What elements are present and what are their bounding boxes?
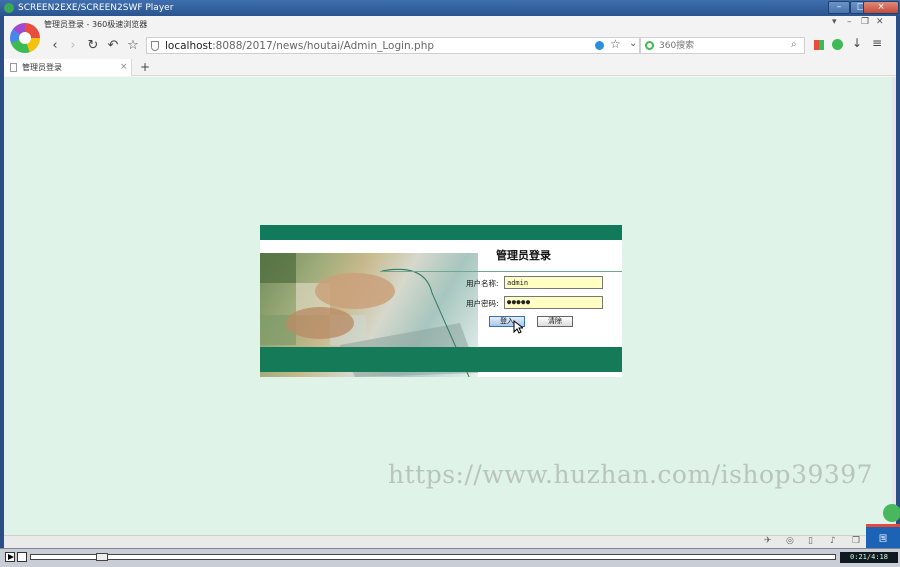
login-title: 管理员登录 xyxy=(496,249,551,262)
browser-toolbar: 管理员登录 - 360极速浏览器 ▾ – ❐ ✕ ‹ › ↻ ↶ ☆ local… xyxy=(4,16,896,76)
address-url[interactable]: localhost:8088/2017/news/houtai/Admin_Lo… xyxy=(165,40,434,52)
undo-icon[interactable]: ↶ xyxy=(106,38,120,53)
url-host: localhost xyxy=(165,40,213,52)
compat-mode-icon[interactable] xyxy=(595,41,604,50)
progress-thumb[interactable] xyxy=(96,553,108,561)
vertical-scrollbar[interactable] xyxy=(892,77,896,535)
url-path: :8088/2017/news/houtai/Admin_Login.php xyxy=(212,40,435,52)
browser-logo-icon[interactable] xyxy=(10,23,40,53)
status-pin-icon[interactable]: ✈ xyxy=(764,536,772,546)
forward-icon[interactable]: › xyxy=(66,38,80,53)
password-label: 用户密码: xyxy=(466,299,499,308)
pin-icon[interactable]: ▾ xyxy=(832,17,837,27)
watermark-text: https://www.huzhan.com/ishop39397 xyxy=(388,460,874,489)
menu-icon[interactable]: ≡ xyxy=(872,36,882,50)
tab-close-icon[interactable]: × xyxy=(120,59,128,76)
status-sound-icon[interactable]: ♪ xyxy=(830,536,836,546)
tab-admin-login[interactable]: 管理员登录 × xyxy=(4,59,132,76)
minimize-button[interactable]: – xyxy=(828,1,850,14)
username-label: 用户名称: xyxy=(466,279,499,288)
page-file-icon xyxy=(10,63,17,72)
clear-button[interactable]: 清除 xyxy=(537,316,573,327)
new-tab-button[interactable]: + xyxy=(140,60,150,74)
side-badge[interactable]: 国 xyxy=(866,524,900,548)
progress-track[interactable] xyxy=(30,554,836,560)
mouse-cursor-icon xyxy=(513,320,523,334)
security-shield-icon xyxy=(151,41,159,51)
status-sync-icon[interactable]: ◎ xyxy=(786,536,794,546)
dropdown-chevron-icon[interactable]: ⌄ xyxy=(629,38,637,49)
panel-divider-line xyxy=(380,271,622,272)
login-panel: 管理员登录 用户名称: 用户密码: ●●●●● 登入 清除 xyxy=(260,225,622,377)
extension-icon[interactable] xyxy=(832,39,843,50)
browser-minimize-icon[interactable]: – xyxy=(847,17,852,27)
tab-label: 管理员登录 xyxy=(22,63,62,72)
close-button[interactable]: × xyxy=(863,1,899,14)
player-app-icon xyxy=(4,3,14,13)
panel-footer-band xyxy=(260,347,622,372)
password-input[interactable]: ●●●●● xyxy=(504,296,603,309)
search-input[interactable] xyxy=(659,40,789,52)
search-engine-icon xyxy=(645,41,654,50)
browser-close-icon[interactable]: ✕ xyxy=(876,17,884,27)
stop-icon[interactable] xyxy=(17,552,27,562)
browser-status-bar: ✈ ◎ ▯ ♪ ❐ xyxy=(4,535,896,548)
player-title-bar: SCREEN2EXE/SCREEN2SWF Player – □ × xyxy=(0,0,900,16)
player-title: SCREEN2EXE/SCREEN2SWF Player xyxy=(18,3,174,13)
time-readout: 0:21/4:18 xyxy=(840,552,898,563)
status-trash-icon[interactable]: ▯ xyxy=(808,536,813,546)
address-bar[interactable]: localhost:8088/2017/news/houtai/Admin_Lo… xyxy=(146,37,640,54)
bookmark-star-icon[interactable]: ☆ xyxy=(610,37,621,51)
browser-restore-icon[interactable]: ❐ xyxy=(861,17,869,27)
status-window-icon[interactable]: ❐ xyxy=(852,536,860,546)
apps-grid-icon[interactable] xyxy=(814,40,824,50)
page-title: 管理员登录 - 360极速浏览器 xyxy=(44,20,148,29)
download-icon[interactable]: ↓ xyxy=(852,36,862,50)
side-chat-bubble-icon[interactable] xyxy=(883,504,900,522)
player-control-bar: 0:21/4:18 xyxy=(0,548,900,567)
back-icon[interactable]: ‹ xyxy=(48,38,62,53)
home-star-icon[interactable]: ☆ xyxy=(126,38,140,53)
search-box[interactable]: ⌕ xyxy=(640,37,805,54)
panel-header-band xyxy=(260,225,622,240)
reload-icon[interactable]: ↻ xyxy=(86,38,100,53)
username-input[interactable] xyxy=(504,276,603,289)
search-icon[interactable]: ⌕ xyxy=(791,39,797,50)
play-icon[interactable] xyxy=(5,552,15,562)
